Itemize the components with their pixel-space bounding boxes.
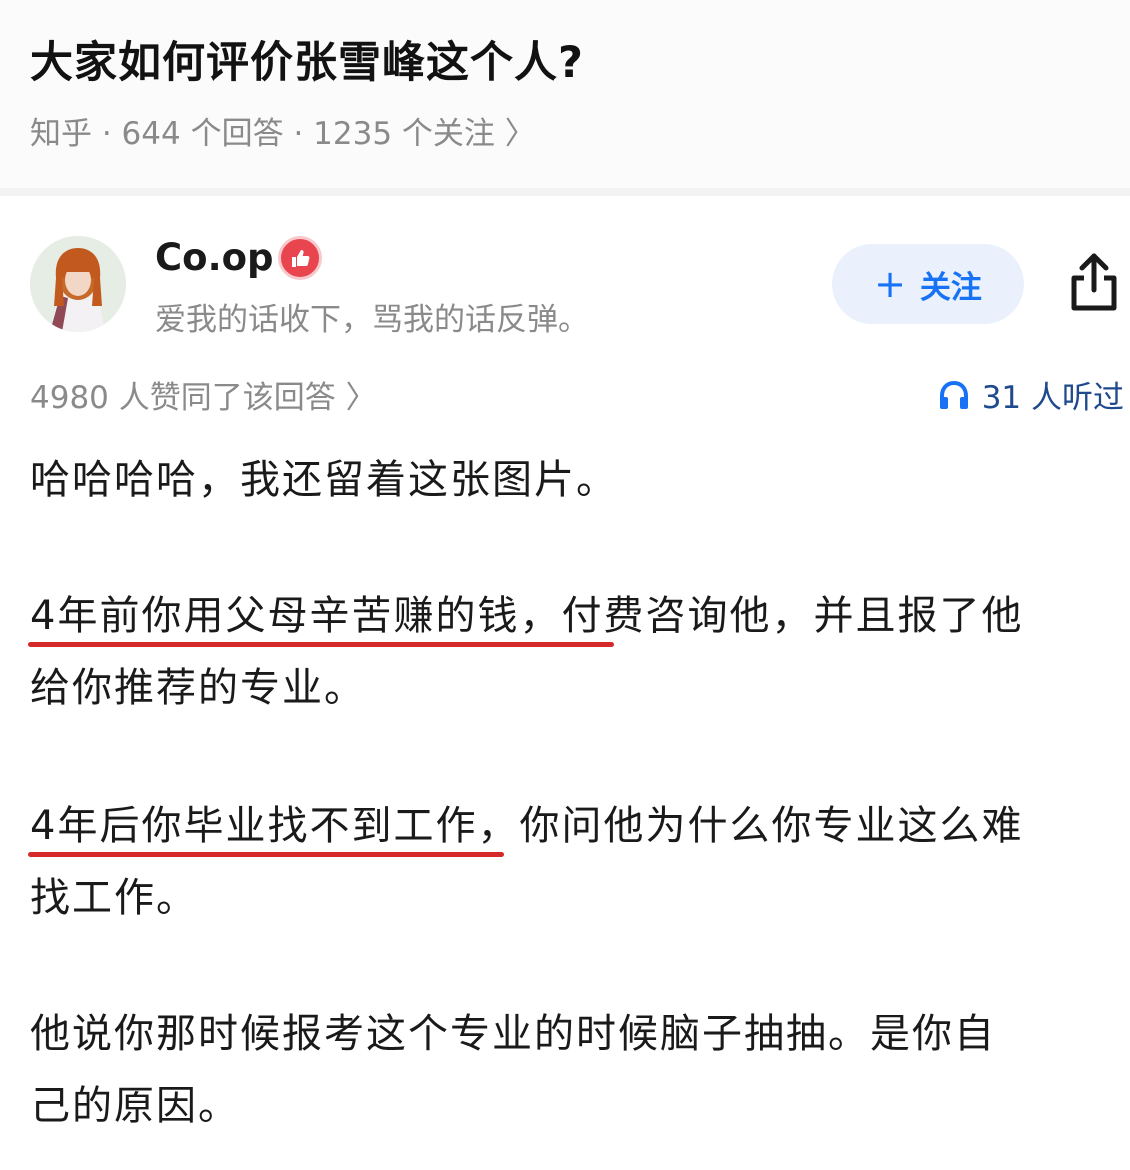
question-header: 大家如何评价张雪峰这个人? 知乎 · 644 个回答 · 1235 个关注 〉	[0, 0, 1130, 188]
voters-count[interactable]: 4980 人赞同了该回答 〉	[30, 372, 377, 417]
section-divider	[0, 188, 1130, 196]
answer-paragraph-4-line-1: 他说你那时候报考这个专业的时候脑子抽抽。是你自	[30, 1011, 996, 1057]
plus-icon: +	[874, 262, 906, 306]
avatar[interactable]	[30, 236, 126, 332]
share-icon[interactable]	[1066, 250, 1122, 314]
answer-paragraph-4-line-2: 己的原因。	[30, 1083, 240, 1129]
headphones-icon	[939, 380, 968, 409]
answer-stats: 4980 人赞同了该回答 〉 31 人听过	[0, 368, 1130, 418]
follow-label: 关注	[919, 269, 982, 306]
author-name[interactable]: Co.op	[155, 236, 274, 279]
thumbs-up-badge-icon	[278, 236, 322, 280]
question-title[interactable]: 大家如何评价张雪峰这个人?	[30, 28, 584, 90]
answer-paragraph-3-line-2: 找工作。	[30, 875, 198, 921]
avatar-image	[30, 236, 126, 332]
listened-count[interactable]: 31 人听过	[938, 372, 1124, 417]
follow-button[interactable]: + 关注	[832, 244, 1024, 324]
red-underline	[28, 852, 504, 857]
listened-label: 31 人听过	[981, 380, 1124, 416]
answer-paragraph-2-line-2: 给你推荐的专业。	[30, 665, 366, 711]
answer-paragraph-1: 哈哈哈哈，我还留着这张图片。	[30, 457, 618, 503]
question-meta[interactable]: 知乎 · 644 个回答 · 1235 个关注 〉	[30, 108, 536, 153]
author-bio: 爱我的话收下，骂我的话反弹。	[155, 302, 589, 338]
red-underline	[28, 642, 614, 647]
